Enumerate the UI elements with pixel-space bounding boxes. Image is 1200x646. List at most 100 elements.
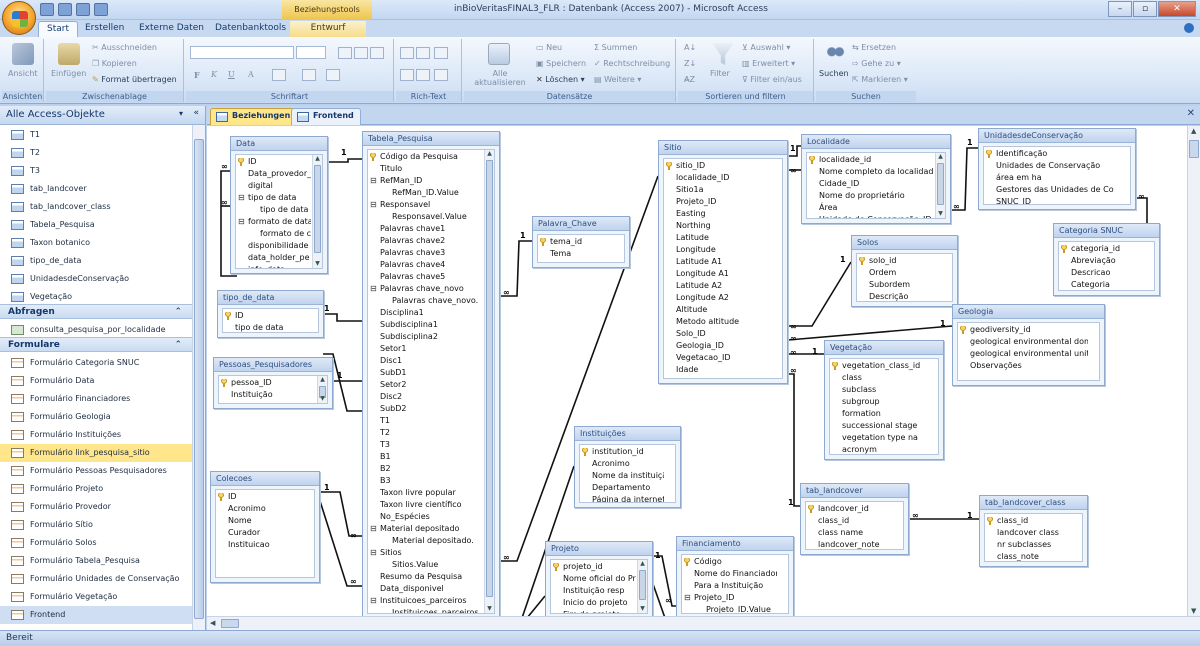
- field-row[interactable]: Idade: [664, 364, 771, 376]
- field-row[interactable]: class name: [806, 527, 892, 539]
- close-button[interactable]: ✕: [1158, 1, 1196, 17]
- field-row[interactable]: Altitude: [664, 304, 771, 316]
- collapse-field-icon[interactable]: ⊟: [238, 192, 245, 204]
- primary-key-field[interactable]: tema_id: [538, 236, 613, 248]
- totals-button[interactable]: Σ Summen: [594, 43, 637, 52]
- canvas-horizontal-scrollbar[interactable]: ◀: [207, 616, 1200, 630]
- field-row[interactable]: Inicio do projeto: [551, 597, 636, 609]
- nav-form-item[interactable]: Formulário Projeto: [0, 480, 192, 498]
- table-instituicoes[interactable]: Instituições institution_id Acronimo Nome d…: [574, 426, 681, 508]
- nav-table-item[interactable]: tipo_de_data: [0, 252, 192, 270]
- undo-icon[interactable]: [58, 3, 72, 16]
- field-list-scrollbar[interactable]: ▲ ▼: [484, 150, 494, 613]
- scroll-thumb[interactable]: [937, 163, 944, 205]
- primary-key-field[interactable]: geodiversity_id: [958, 324, 1088, 336]
- field-row[interactable]: Para a Instituição: [682, 580, 777, 592]
- nav-form-item[interactable]: Formulário Geologia: [0, 408, 192, 426]
- field-row[interactable]: Setor1: [368, 343, 483, 355]
- spelling-button[interactable]: ✓ Rechtschreibung: [594, 59, 670, 68]
- scroll-down-icon[interactable]: ▼: [936, 210, 945, 218]
- field-row[interactable]: Projeto_ID.Value: [682, 604, 777, 613]
- table-categoria[interactable]: Categoria SNUC categoria_id Abreviação Desc…: [1053, 223, 1160, 296]
- field-row[interactable]: localidade_ID: [664, 172, 771, 184]
- field-row[interactable]: Instituição: [219, 389, 316, 401]
- sort-descending-icon[interactable]: Z↓: [684, 59, 696, 68]
- selection-button[interactable]: ⊻ Auswahl ▾: [742, 43, 790, 52]
- filter-button[interactable]: Filter: [710, 69, 730, 78]
- table-tipo-de-data[interactable]: tipo_de_data ID tipo de data: [217, 290, 324, 338]
- field-row[interactable]: ⊟ formato de data: [236, 216, 311, 228]
- collapse-field-icon[interactable]: ⊟: [370, 283, 377, 295]
- customize-qat-icon[interactable]: [94, 3, 108, 16]
- collapse-section-icon[interactable]: ⌃: [174, 338, 182, 352]
- relationship-line[interactable]: [328, 158, 362, 163]
- doc-tab-frontend[interactable]: Frontend: [291, 108, 361, 125]
- field-row[interactable]: subclass: [830, 384, 927, 396]
- field-list[interactable]: sitio_ID localidade_ID Sitio1a Projeto_ID Ea…: [663, 158, 783, 379]
- primary-key-field[interactable]: solo_id: [857, 255, 941, 267]
- field-row[interactable]: Unidades de Conservação: [984, 160, 1119, 172]
- field-row[interactable]: Fim do projeto: [551, 609, 636, 613]
- relationship-line[interactable]: [787, 325, 953, 341]
- table-projeto[interactable]: Projeto projeto_id Nome oficial do Projeto…: [545, 541, 653, 616]
- field-list[interactable]: localidade_id Nome completo da localidade…: [806, 152, 946, 219]
- primary-key-field[interactable]: ID: [216, 491, 303, 503]
- field-list[interactable]: Código Nome do Financiador Para a Institui…: [681, 554, 789, 614]
- field-list-scrollbar[interactable]: ▲ ▼: [935, 153, 945, 218]
- table-title[interactable]: Data: [231, 137, 327, 151]
- table-title[interactable]: Colecoes: [211, 472, 319, 486]
- field-row[interactable]: tipo de data: [223, 322, 307, 332]
- field-list[interactable]: class_id landcover class nr subclasses clas…: [984, 513, 1083, 562]
- field-row[interactable]: data_holder_pe: [236, 252, 311, 264]
- tab-start[interactable]: Start: [38, 21, 78, 37]
- field-row[interactable]: digital: [236, 180, 311, 192]
- field-list[interactable]: geodiversity_id geological environmental …: [957, 322, 1100, 381]
- nav-pane-header[interactable]: Alle Access-Objekte ▾ «: [0, 106, 205, 125]
- table-title[interactable]: tipo_de_data: [218, 291, 323, 305]
- field-list[interactable]: Identificação Unidades de Conservação área…: [983, 146, 1131, 205]
- horizontal-scroll-thumb[interactable]: [221, 619, 239, 628]
- field-row[interactable]: Unidade de Conservação_ID: [807, 214, 934, 218]
- table-title[interactable]: Localidade: [802, 135, 950, 149]
- nav-form-item[interactable]: Formulário Pessoas Pesquisadores: [0, 462, 192, 480]
- field-row[interactable]: Material depositado.: [368, 535, 483, 547]
- field-list[interactable]: Código da Pesquisa Titulo ⊟ RefMan_ID RefMan…: [367, 149, 495, 614]
- binoculars-icon[interactable]: [824, 43, 846, 65]
- tab-entwurf[interactable]: Entwurf: [290, 21, 366, 37]
- find-button[interactable]: Suchen: [819, 69, 849, 78]
- primary-key-field[interactable]: vegetation_class_id: [830, 360, 927, 372]
- view-button[interactable]: Ansicht: [8, 69, 38, 78]
- primary-key-field[interactable]: institution_id: [580, 446, 664, 458]
- field-row[interactable]: Instituicoes_parceiros: [368, 607, 483, 613]
- field-row[interactable]: Longitude A2: [664, 292, 771, 304]
- primary-key-field[interactable]: pessoa_ID: [219, 377, 316, 389]
- field-row[interactable]: Disciplina1: [368, 307, 483, 319]
- field-row[interactable]: Nome oficial do Projeto: [551, 573, 636, 585]
- more-button[interactable]: ▤ Weitere ▾: [594, 75, 641, 84]
- collapse-field-icon[interactable]: ⊟: [238, 216, 245, 228]
- relationship-line[interactable]: [320, 491, 362, 537]
- scroll-up-icon[interactable]: ▲: [638, 560, 647, 568]
- filter-icon[interactable]: [712, 43, 734, 65]
- field-row[interactable]: SubD2: [368, 403, 483, 415]
- paragraph-icon[interactable]: [434, 47, 448, 59]
- field-row[interactable]: vegetation type na: [830, 432, 927, 444]
- field-row[interactable]: área em ha: [984, 172, 1119, 184]
- scroll-thumb[interactable]: [314, 165, 321, 253]
- field-row[interactable]: Subordem: [857, 279, 941, 291]
- field-row[interactable]: Sitio1a: [664, 184, 771, 196]
- tab-erstellen[interactable]: Erstellen: [77, 21, 132, 37]
- field-row[interactable]: acronym: [830, 444, 927, 454]
- nav-form-item[interactable]: Formulário Solos: [0, 534, 192, 552]
- nav-form-item[interactable]: Formulário Sítio: [0, 516, 192, 534]
- field-row[interactable]: SubD1: [368, 367, 483, 379]
- primary-key-field[interactable]: projeto_id: [551, 561, 636, 573]
- delete-record-button[interactable]: ✕ Löschen ▾: [536, 75, 585, 84]
- collapse-field-icon[interactable]: ⊟: [684, 592, 691, 604]
- field-list[interactable]: vegetation_class_id class subclass subgroup…: [829, 358, 939, 455]
- table-sitio[interactable]: Sitio sitio_ID localidade_ID Sitio1a Projeto…: [658, 140, 788, 384]
- field-list[interactable]: tema_id Tema: [537, 234, 625, 263]
- primary-key-field[interactable]: landcover_id: [806, 503, 892, 515]
- field-row[interactable]: T1: [368, 415, 483, 427]
- table-title[interactable]: Instituições: [575, 427, 680, 441]
